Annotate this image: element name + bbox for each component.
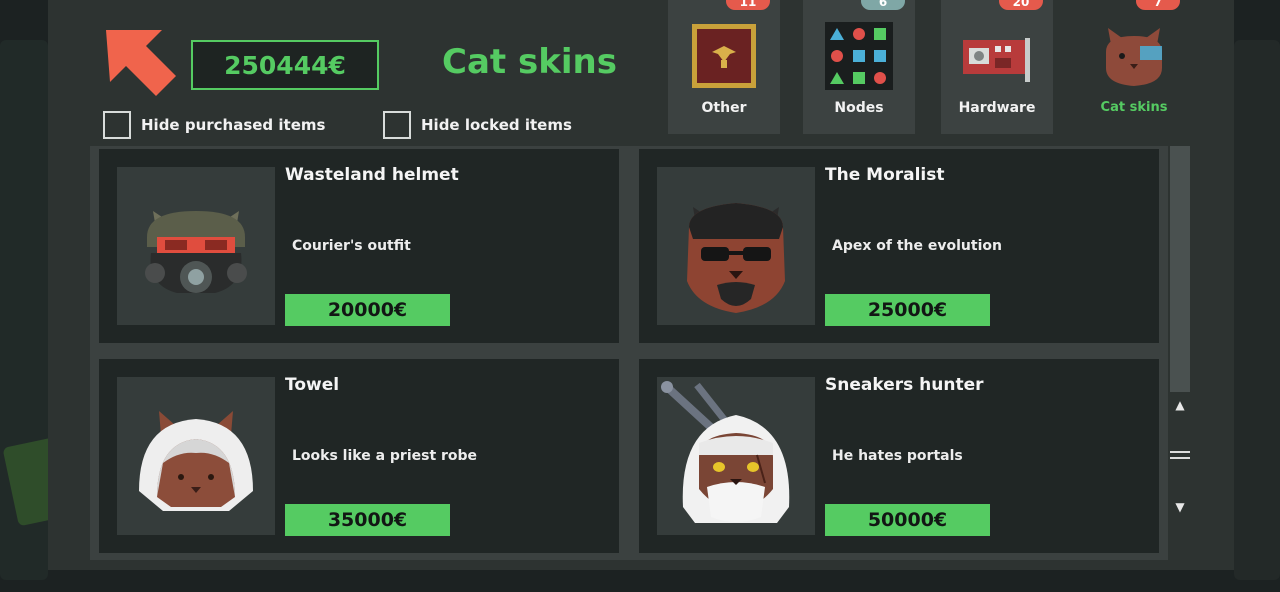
- item-card-the-moralist[interactable]: The Moralist Apex of the evolution 25000…: [639, 149, 1159, 343]
- tab-cat-skins[interactable]: 7 Cat skins: [1078, 0, 1190, 146]
- back-arrow-icon: [106, 30, 176, 96]
- item-description: Looks like a priest robe: [292, 448, 478, 464]
- item-card-towel[interactable]: Towel Looks like a priest robe 35000€: [99, 359, 619, 553]
- item-card-sneakers-hunter[interactable]: Sneakers hunter He hates portals 50000€: [639, 359, 1159, 553]
- item-name: The Moralist: [825, 165, 945, 185]
- tab-cat-skins-badge: 7: [1136, 0, 1180, 10]
- buy-button-sneakers-hunter[interactable]: 50000€: [825, 504, 990, 536]
- tab-cat-skins-label: Cat skins: [1100, 100, 1168, 115]
- tab-nodes-badge: 6: [861, 0, 905, 10]
- tab-other[interactable]: 11 Other: [668, 0, 780, 134]
- coin-balance: 250444€: [191, 40, 379, 90]
- background-right-strip: [1234, 40, 1280, 580]
- item-card-wasteland-helmet[interactable]: Wasteland helmet Courier's outfit 20000€: [99, 149, 619, 343]
- tab-other-label: Other: [701, 100, 747, 116]
- scroll-thumb[interactable]: [1170, 146, 1190, 392]
- hide-purchased-checkbox[interactable]: [103, 111, 131, 139]
- hide-purchased-filter[interactable]: Hide purchased items: [103, 111, 325, 139]
- scrollbar[interactable]: ▲ ▼: [1168, 146, 1192, 566]
- scroll-up-arrow-icon[interactable]: ▲: [1168, 398, 1192, 412]
- buy-button-towel[interactable]: 35000€: [285, 504, 450, 536]
- hide-locked-checkbox[interactable]: [383, 111, 411, 139]
- scroll-down-arrow-icon[interactable]: ▼: [1168, 500, 1192, 514]
- item-thumb-towel: [117, 377, 275, 535]
- tab-nodes[interactable]: 6 Nodes: [803, 0, 915, 134]
- item-description: Courier's outfit: [292, 238, 411, 254]
- buy-button-the-moralist[interactable]: 25000€: [825, 294, 990, 326]
- item-name: Towel: [285, 375, 340, 395]
- tab-hardware[interactable]: 20 Hardware: [941, 0, 1053, 134]
- hardware-board-icon: [963, 38, 1030, 82]
- page-title: Cat skins: [442, 42, 617, 82]
- hide-locked-label: Hide locked items: [421, 116, 572, 134]
- item-description: He hates portals: [832, 448, 963, 464]
- wasteland-helmet-cat-icon: [145, 211, 247, 293]
- towel-hooded-cat-icon: [139, 411, 253, 511]
- tab-other-badge: 11: [726, 0, 770, 10]
- hide-purchased-label: Hide purchased items: [141, 116, 326, 134]
- scroll-grip-icon[interactable]: [1170, 451, 1190, 459]
- nodes-shapes-icon: [825, 22, 893, 90]
- hide-locked-filter[interactable]: Hide locked items: [383, 111, 572, 139]
- tab-hardware-badge: 20: [999, 0, 1043, 10]
- item-name: Wasteland helmet: [285, 165, 459, 185]
- item-name: Sneakers hunter: [825, 375, 984, 395]
- buy-button-wasteland-helmet[interactable]: 20000€: [285, 294, 450, 326]
- tab-nodes-label: Nodes: [834, 100, 884, 116]
- chest-icon: [692, 24, 756, 88]
- item-description: Apex of the evolution: [832, 238, 1002, 254]
- tab-hardware-label: Hardware: [958, 100, 1036, 116]
- item-thumb-wasteland-helmet: [117, 167, 275, 325]
- item-thumb-the-moralist: [657, 167, 815, 325]
- moralist-cat-icon: [687, 203, 785, 313]
- item-thumb-sneakers-hunter: [657, 377, 815, 535]
- cyber-cat-icon: [1106, 28, 1162, 86]
- back-button[interactable]: [100, 26, 180, 106]
- sneakers-hunter-cat-icon: [661, 381, 790, 523]
